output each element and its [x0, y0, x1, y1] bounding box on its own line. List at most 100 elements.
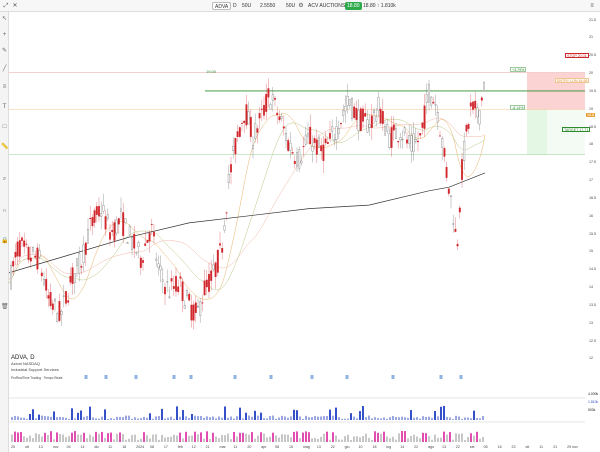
pencil-icon[interactable]: ✎: [1, 48, 8, 55]
date-tick: 29 nov: [567, 445, 578, 449]
date-tick: 14: [80, 445, 85, 449]
oscillator-bar: [452, 439, 454, 442]
volume-bar: [365, 417, 367, 420]
volume-bar: [59, 416, 61, 420]
trash-icon[interactable]: 🗑: [1, 304, 9, 311]
event-marker: [439, 375, 443, 379]
candle-body: [203, 280, 206, 296]
candle-body: [346, 96, 349, 106]
candle-body: [480, 97, 483, 101]
candle-body: [359, 108, 362, 131]
oscillator-bar: [218, 438, 220, 442]
candle-body: [78, 253, 81, 274]
candle-body: [318, 137, 320, 148]
volume-bar: [377, 418, 379, 420]
oscillator-bar: [200, 432, 202, 442]
volume-bar: [425, 416, 427, 420]
oscillator-bar: [41, 436, 43, 442]
volume-bar: [269, 416, 271, 420]
settings-icon[interactable]: ⚙: [297, 2, 305, 10]
candle-body: [60, 311, 63, 315]
candle-body: [390, 127, 393, 148]
price-chart[interactable]: [9, 12, 585, 444]
candle-body: [14, 251, 17, 258]
volume-bar: [341, 418, 343, 420]
symbol-info: ADVA, D Azioni NASDAQ Industrial Support…: [11, 355, 63, 381]
interval-selector[interactable]: D: [231, 2, 239, 10]
oscillator-bar: [197, 434, 199, 442]
candle-body: [463, 140, 466, 162]
candle-body: [201, 302, 204, 304]
candle-body: [21, 237, 23, 241]
event-marker: [172, 375, 176, 379]
lock-icon[interactable]: 🔒: [1, 238, 8, 245]
expand-icon[interactable]: ⤢: [2, 2, 10, 10]
candle-body: [175, 276, 177, 292]
candle-body: [109, 232, 111, 240]
symbol-box[interactable]: ADVA: [212, 2, 232, 10]
candle-body: [238, 127, 241, 137]
candle-body: [461, 159, 463, 180]
toolbar-item[interactable]: 2.5550: [258, 2, 277, 10]
trendline-icon[interactable]: ╱: [1, 66, 8, 73]
oscillator-bar: [101, 431, 103, 442]
oscillator-bar: [407, 438, 409, 442]
volume-bar: [89, 406, 91, 420]
oscillator-bar: [335, 435, 337, 442]
ruler-icon[interactable]: 📏: [1, 144, 8, 151]
candle-body: [102, 205, 105, 212]
price-tick: 20.5: [589, 53, 596, 58]
date-tick: 13: [316, 445, 321, 449]
date-tick: 20: [247, 445, 252, 449]
oscillator-bar: [203, 438, 205, 442]
trading-app: ⤢ ✕ ADVA D 50U 2.5550 50U ⚙ ACV AUCTIONS…: [0, 0, 600, 452]
magnet-icon[interactable]: ∩: [1, 208, 8, 215]
sector-name: Industrial Support Services: [11, 367, 59, 372]
fibonacci-icon[interactable]: ≡: [1, 84, 8, 91]
price-tick: 12: [589, 356, 593, 361]
candle-body: [478, 110, 481, 125]
oscillator-bar: [224, 435, 226, 442]
date-axis[interactable]: 25 ott 13 nov 04 14 dic 11 18 2024 08 17 feb 12 21 mar 1…: [9, 444, 585, 452]
oscillator-bar: [107, 433, 109, 442]
candle-body: [137, 242, 140, 247]
volume-bar: [155, 416, 157, 420]
cursor-icon[interactable]: ↖: [1, 16, 8, 23]
oscillator-bar: [362, 435, 364, 442]
volume-bar: [338, 417, 340, 420]
oscillator-bar: [113, 439, 115, 442]
volume-bar: [374, 417, 376, 420]
volume-bar: [473, 410, 475, 420]
candle-body: [194, 302, 197, 313]
toolbar-item[interactable]: 50U: [284, 2, 297, 10]
shapes-icon[interactable]: □: [1, 124, 8, 131]
oscillator-bar: [368, 437, 370, 442]
crosshair-icon[interactable]: +: [1, 32, 8, 39]
candle-body: [406, 139, 408, 144]
candle-body: [355, 108, 358, 120]
candle-body: [256, 128, 259, 133]
close-icon[interactable]: ✕: [11, 2, 19, 10]
volume-bar: [32, 409, 34, 420]
oscillator-bar: [332, 432, 334, 442]
candle-body: [111, 230, 114, 232]
candle-body: [234, 138, 237, 155]
candle-body: [403, 127, 406, 133]
zoom-icon[interactable]: ⌕: [1, 176, 8, 183]
volume-bar: [179, 416, 181, 420]
candle-body: [106, 214, 109, 219]
menu-icon[interactable]: ≡: [588, 2, 596, 10]
oscillator-bar: [230, 439, 232, 442]
candle-body: [443, 148, 446, 157]
oscillator-bar: [176, 435, 178, 442]
text-icon[interactable]: T: [1, 104, 8, 111]
candle-body: [280, 116, 283, 119]
toolbar-item[interactable]: 50U: [240, 2, 253, 10]
candle-body: [265, 93, 268, 112]
price-axis[interactable]: 21.5 21 20.5 20 19.5 19 18.5 18 17.5 17 16.5 16 15.5…: [585, 12, 600, 387]
volume-bar: [449, 417, 451, 420]
oscillator-bar: [158, 439, 160, 442]
date-tick: 13: [441, 445, 446, 449]
volume-bar: [458, 416, 460, 420]
date-tick: 25: [11, 445, 15, 449]
